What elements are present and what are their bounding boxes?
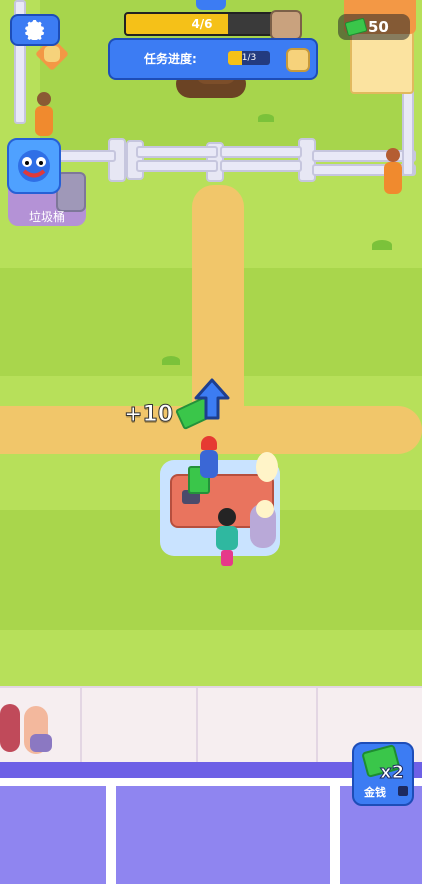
gear-icon xyxy=(25,20,45,40)
money-counter: 50 xyxy=(338,14,410,40)
task-label: 任务进度: xyxy=(144,52,197,66)
floor-tile-line xyxy=(0,686,422,688)
cash-icon xyxy=(344,17,368,37)
road-line xyxy=(106,786,116,884)
boost-multiplier: x2 xyxy=(379,762,405,784)
money-boost-button[interactable]: x2 金钱 xyxy=(352,742,414,806)
treasure-chest-icon xyxy=(270,10,302,40)
arrow-up-icon xyxy=(194,378,230,420)
grass-tuft xyxy=(162,356,180,365)
customer-character xyxy=(0,704,20,752)
cashier-character xyxy=(198,436,220,478)
customer-character xyxy=(256,452,278,482)
worker-character xyxy=(34,92,54,136)
grass-tuft xyxy=(372,240,392,250)
customer-character xyxy=(256,500,274,518)
monster-avatar-button[interactable] xyxy=(7,138,61,194)
reward-text: +10 xyxy=(123,402,174,428)
play-video-icon xyxy=(398,786,408,796)
monster-face-icon xyxy=(18,150,50,182)
road-line xyxy=(330,786,340,884)
arrow-up-icon xyxy=(196,0,226,10)
fence-gate-left xyxy=(136,146,218,158)
settings-button[interactable] xyxy=(10,14,60,46)
grass-tuft xyxy=(258,114,274,122)
task-progress-text: 1/3 xyxy=(241,53,257,63)
money-value: 50 xyxy=(368,18,389,36)
player-character xyxy=(214,508,240,566)
fence-gate-left xyxy=(136,160,218,172)
fence-gate-right xyxy=(220,146,302,158)
bread-icon xyxy=(44,46,60,62)
floor-tile-line xyxy=(316,686,318,764)
task-progress-bar: 1/3 xyxy=(228,51,270,65)
task-panel: 任务进度: 1/3 xyxy=(108,38,318,80)
floor-tile-line xyxy=(80,686,82,764)
level-progress-text: 4/6 xyxy=(191,17,213,31)
fence-gate-right xyxy=(220,160,302,172)
boost-label: 金钱 xyxy=(364,786,386,799)
worker-character xyxy=(382,148,404,194)
floor-tile-line xyxy=(196,686,198,764)
trash-label: 垃圾桶 xyxy=(28,210,65,224)
bread-icon xyxy=(286,48,310,72)
level-progress-bar: 4/6 xyxy=(124,12,280,36)
customer-character xyxy=(30,734,52,752)
